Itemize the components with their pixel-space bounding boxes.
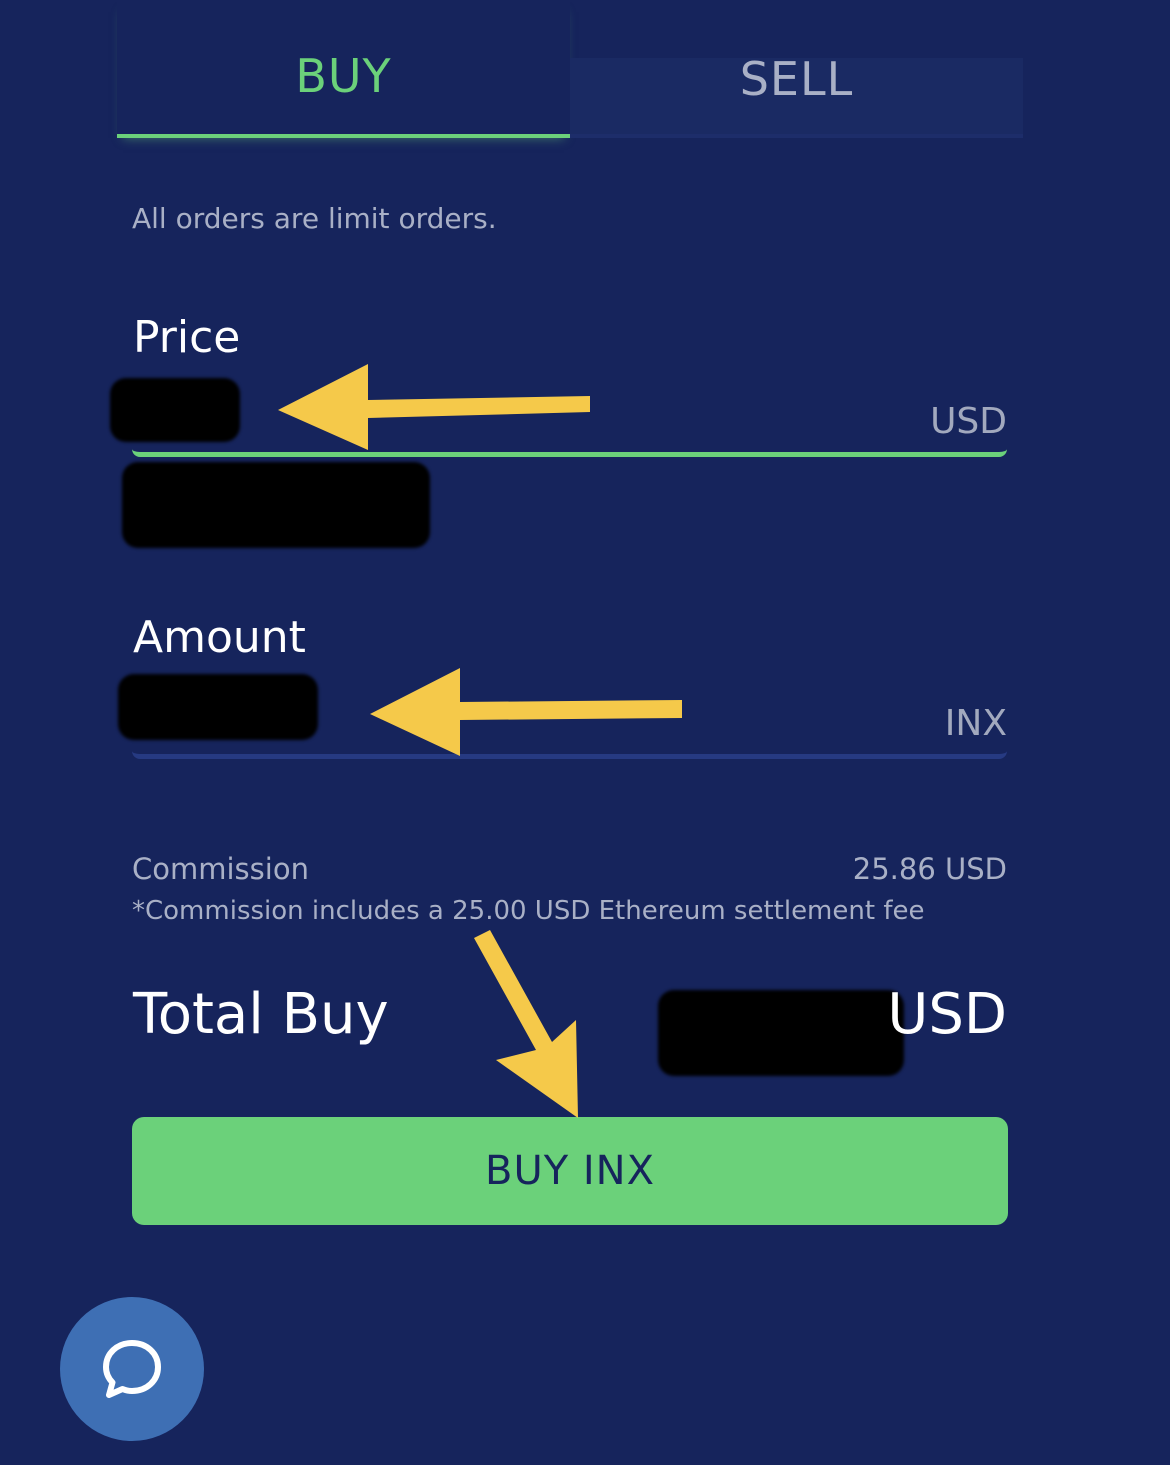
- annotation-arrow-button: [474, 930, 578, 1118]
- redacted-price-hint: [122, 462, 430, 548]
- price-label: Price: [133, 312, 241, 363]
- price-unit: USD: [930, 401, 1007, 442]
- buy-inx-button-label: BUY INX: [485, 1148, 655, 1194]
- chat-button[interactable]: [60, 1297, 204, 1441]
- commission-value: 25.86 USD: [852, 852, 1007, 886]
- buy-sell-panel: BUY SELL All orders are limit orders. Pr…: [0, 0, 1170, 1465]
- amount-unit: INX: [944, 703, 1007, 744]
- total-buy-label: Total Buy: [133, 982, 389, 1047]
- price-input[interactable]: USD: [132, 385, 1007, 457]
- redacted-amount-value: [118, 674, 318, 740]
- amount-label: Amount: [133, 612, 306, 663]
- limit-orders-note: All orders are limit orders.: [132, 202, 497, 235]
- buy-inx-button[interactable]: BUY INX: [132, 1117, 1008, 1225]
- tab-sell-label: SELL: [739, 52, 854, 106]
- tab-buy-label: BUY: [295, 49, 392, 103]
- commission-label: Commission: [132, 852, 309, 886]
- redacted-total-value: [658, 990, 904, 1076]
- chat-bubble-icon: [103, 1340, 161, 1398]
- tab-sell[interactable]: SELL: [570, 52, 1023, 138]
- redacted-price-value: [110, 378, 240, 442]
- commission-note: *Commission includes a 25.00 USD Ethereu…: [132, 896, 925, 926]
- total-unit: USD: [887, 982, 1007, 1047]
- tab-buy[interactable]: BUY: [117, 0, 570, 138]
